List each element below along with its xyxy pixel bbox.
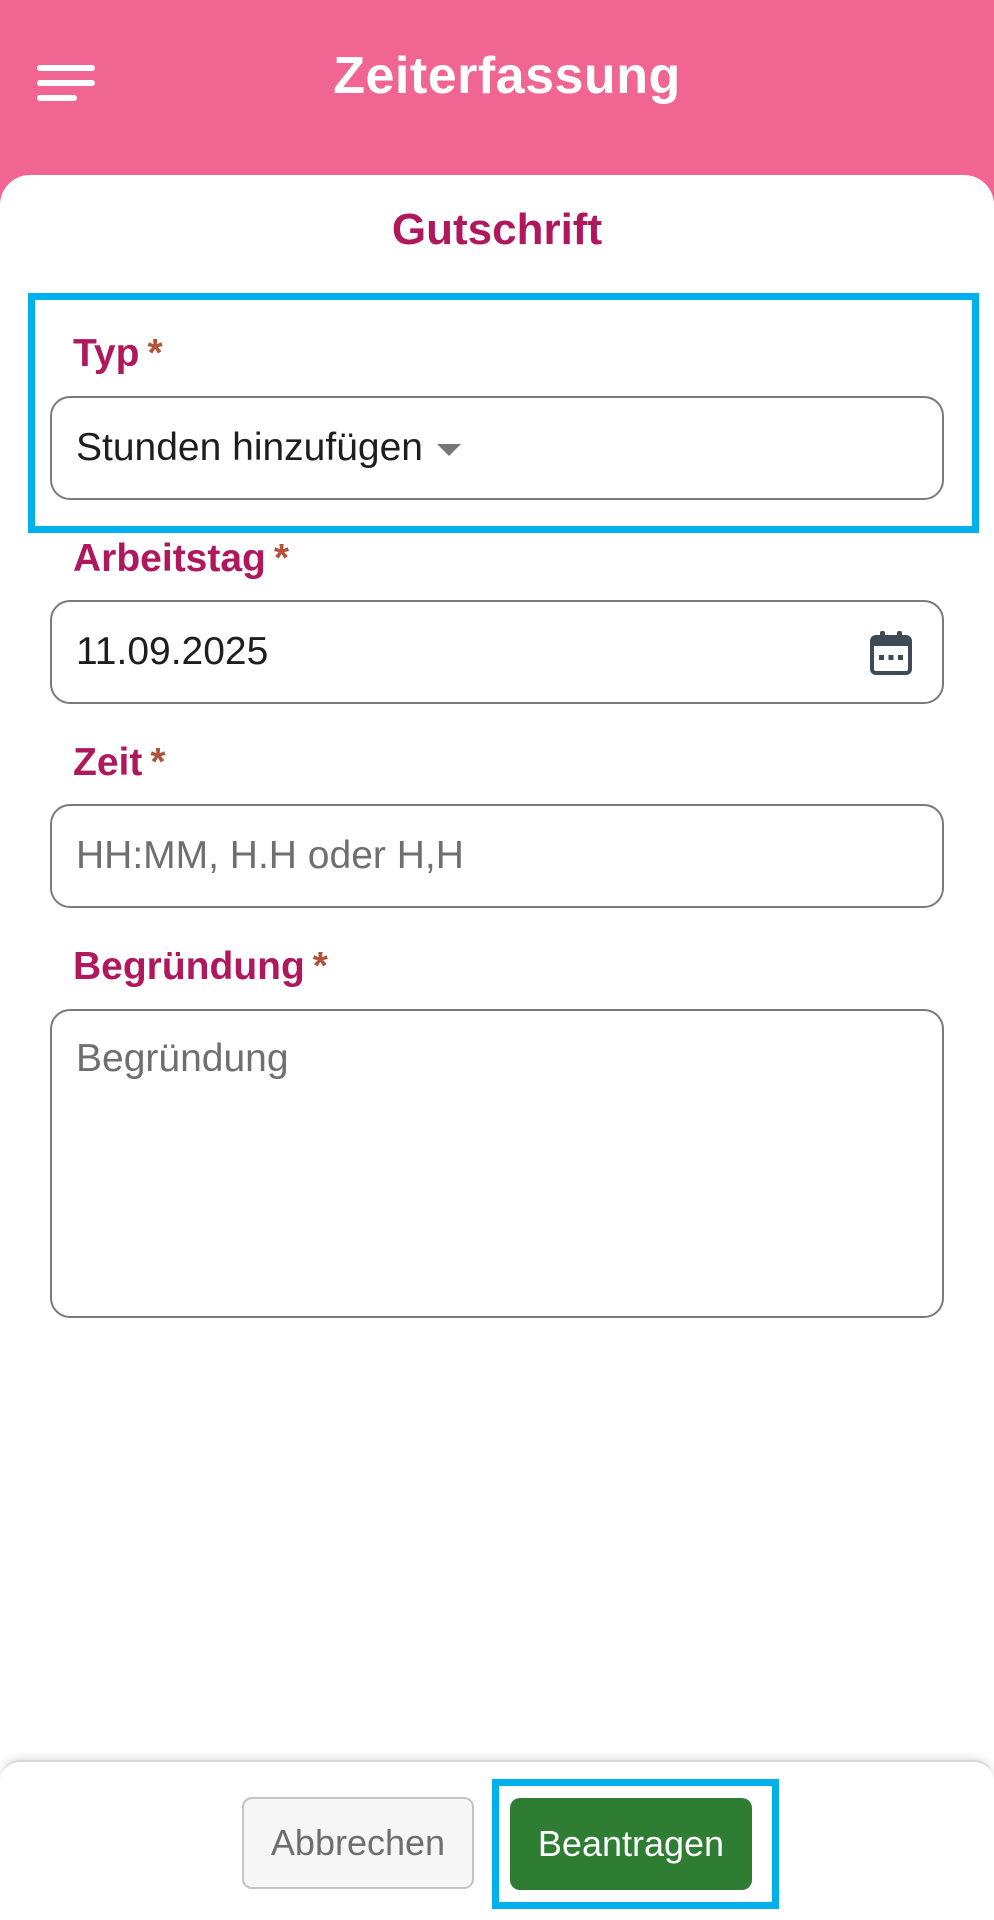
begruendung-label: Begründung * — [73, 945, 328, 988]
required-marker: * — [150, 741, 166, 784]
zeit-label: Zeit * — [73, 741, 166, 784]
required-marker: * — [273, 537, 290, 580]
arbeitstag-label: Arbeitstag * — [73, 537, 290, 580]
calendar-icon[interactable] — [869, 630, 913, 676]
app-title: Zeiterfassung — [333, 47, 681, 105]
submit-button[interactable]: Beantragen — [510, 1798, 752, 1890]
arbeitstag-date-field[interactable]: 11.09.2025 — [50, 600, 944, 704]
required-marker: * — [312, 945, 328, 988]
cancel-button[interactable]: Abbrechen — [242, 1797, 474, 1889]
typ-select-value: Stunden hinzufügen — [76, 426, 461, 470]
begruendung-placeholder: Begründung — [76, 1037, 289, 1080]
footer-bar — [0, 1760, 994, 1920]
arbeitstag-value: 11.09.2025 — [76, 630, 269, 673]
zeit-placeholder: HH:MM, H.H oder H,H — [76, 834, 464, 877]
zeit-input[interactable]: HH:MM, H.H oder H,H — [50, 804, 944, 908]
dropdown-arrow-icon — [436, 443, 461, 456]
app-bar: Zeiterfassung — [0, 0, 994, 200]
required-marker: * — [147, 332, 163, 375]
typ-label: Typ * — [73, 332, 163, 375]
begruendung-textarea[interactable]: Begründung — [50, 1009, 944, 1318]
typ-select[interactable]: Stunden hinzufügen — [50, 396, 944, 500]
form-heading: Gutschrift — [391, 205, 603, 254]
